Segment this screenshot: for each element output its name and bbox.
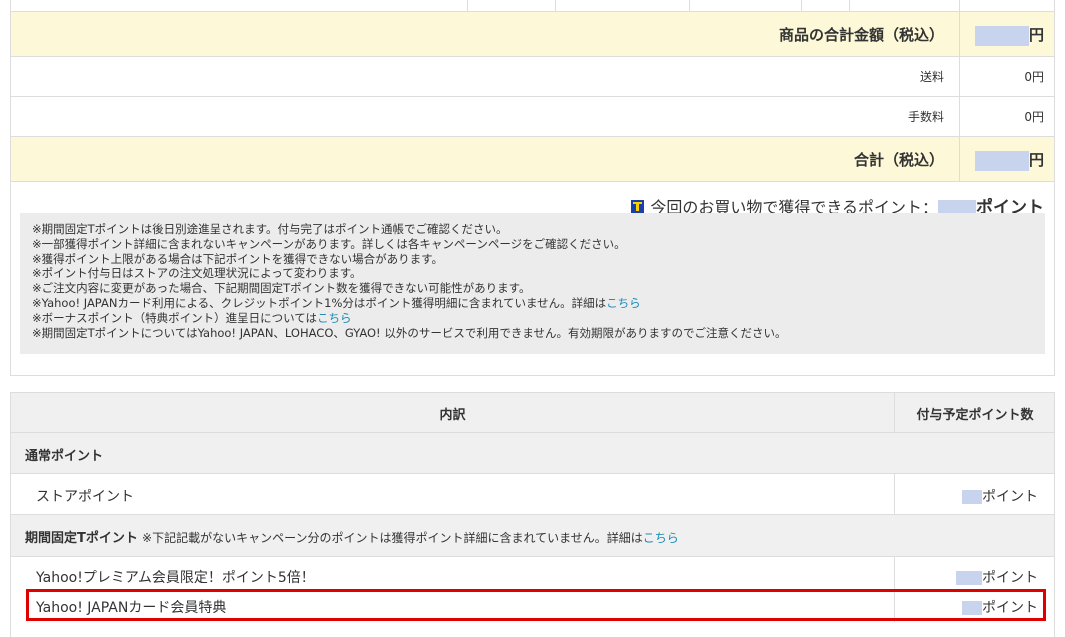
store-points-label: ストアポイント [36, 489, 134, 505]
col-points-header: 付与予定ポイント数 [916, 408, 1034, 423]
section-regular-points: 通常ポイント [11, 433, 1054, 474]
note-line: ※一部獲得ポイント詳細に含まれないキャンペーンがあります。詳しくは各キャンペーン… [32, 236, 626, 251]
premium-bonus-label: Yahoo!プレミアム会員限定！ポイント5倍！ [36, 570, 315, 586]
subtotal-unit: 円 [1028, 26, 1044, 44]
note-line: ※期間固定Tポイントは後日別途進呈されます。付与完了はポイント通帳でご確認くださ… [32, 222, 508, 236]
card-points-details-link[interactable]: こちら [606, 296, 641, 310]
subtotal-row: 商品の合計金額（税込） 円 [11, 11, 1054, 57]
section-title: 期間固定Tポイント [25, 531, 138, 546]
section-title: 通常ポイント [25, 449, 104, 464]
total-row: 合計（税込） 円 [11, 137, 1054, 182]
bonus-points-date-link[interactable]: こちら [317, 311, 352, 325]
fee-label: 手数料 [907, 110, 944, 124]
total-label: 合計（税込） [853, 151, 944, 169]
total-amount-masked [974, 150, 1029, 171]
note-line: ※獲得ポイント上限がある場合は下記ポイントを獲得できない場合があります。 [32, 251, 443, 266]
note-line: ※Yahoo! JAPANカード利用による、クレジットポイント1%分はポイント獲… [32, 295, 641, 310]
campaign-details-link[interactable]: こちら [643, 531, 679, 545]
col-detail-header: 内訳 [439, 408, 466, 423]
order-summary: 商品の合計金額（税込） 円 送料 0円 手数料 0円 合計（税込） 円 今回のお… [10, 0, 1055, 376]
shipping-value: 0円 [1024, 70, 1044, 84]
note-line: ※ポイント付与日はストアの注文処理状況によって変わります。 [32, 266, 362, 281]
note-line: ※ご注文内容に変更があった場合、下記期間固定Tポイント数を獲得できない可能性があ… [32, 281, 531, 296]
t-point-icon [631, 200, 645, 213]
subtotal-amount-masked [974, 25, 1029, 46]
section-limited-t-points: 期間固定Tポイント ※下記記載がないキャンペーン分のポイントは獲得ポイント詳細に… [11, 515, 1054, 557]
shipping-label: 送料 [919, 70, 944, 84]
subtotal-label: 商品の合計金額（税込） [778, 26, 944, 44]
premium-points-masked [956, 571, 982, 585]
note-line: ※期間固定TポイントについてはYahoo! JAPAN、LOHACO、GYAO!… [32, 325, 787, 340]
table-row: ストアポイント ポイント [11, 474, 1054, 515]
breakdown-header: 内訳 付与予定ポイント数 [11, 393, 1054, 433]
store-points-masked [962, 490, 982, 504]
table-top-fragment [11, 0, 1054, 11]
highlight-box [26, 589, 1046, 621]
section-note: ※下記記載がないキャンペーン分のポイントは獲得ポイント詳細に含まれていません。詳… [142, 531, 643, 545]
table-row: Yahoo!プレミアム会員限定！ポイント5倍！ ポイント [11, 557, 1054, 590]
points-notes: ※期間固定Tポイントは後日別途進呈されます。付与完了はポイント通帳でご確認くださ… [20, 213, 1045, 354]
shipping-row: 送料 0円 [11, 57, 1054, 97]
fee-value: 0円 [1024, 110, 1044, 124]
total-unit: 円 [1028, 151, 1044, 169]
fee-row: 手数料 0円 [11, 97, 1054, 137]
note-line: ※ボーナスポイント（特典ポイント）進呈日についてはこちら [32, 310, 352, 325]
